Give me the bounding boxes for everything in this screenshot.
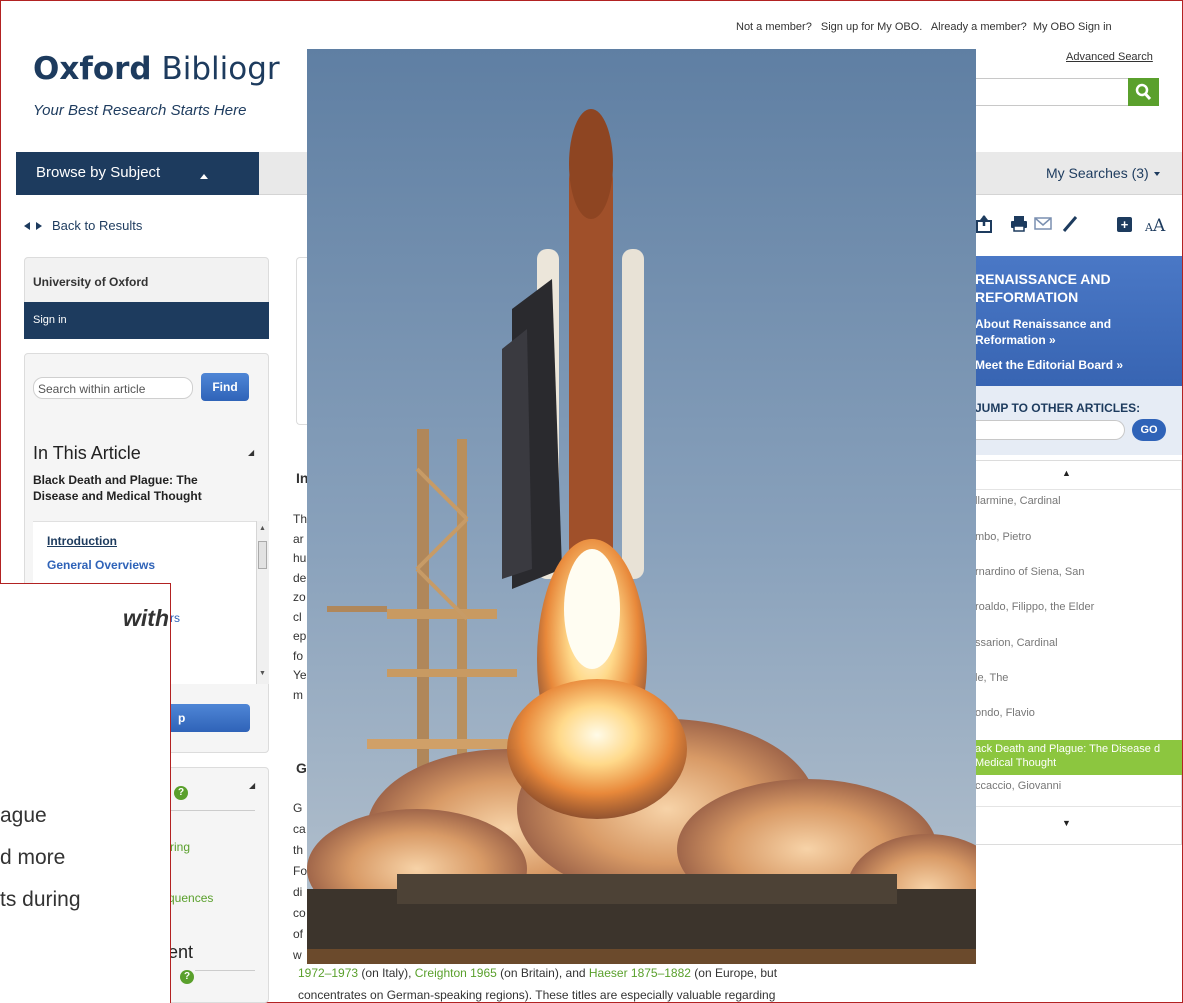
- callout-text: ague: [0, 804, 47, 827]
- in-this-article-heading: In This Article: [33, 443, 141, 463]
- toc-item-introduction[interactable]: Introduction: [47, 534, 117, 548]
- citation-line-2: concentrates on German-speaking regions)…: [298, 988, 776, 1002]
- sign-in-label: Sign in: [33, 314, 67, 326]
- go-button[interactable]: GO: [1132, 419, 1166, 441]
- citation-link[interactable]: Creighton 1965: [415, 966, 497, 980]
- plus-icon[interactable]: +: [1117, 217, 1132, 232]
- not-member-text: Not a member?: [736, 21, 812, 33]
- section-heading-general: G: [296, 760, 307, 776]
- jump-to-label: JUMP TO OTHER ARTICLES:: [975, 401, 1141, 415]
- envelope-icon[interactable]: [1034, 215, 1052, 235]
- citation-text: (on Europe, but: [690, 966, 778, 980]
- list-item[interactable]: rnardino of Siena, San: [975, 566, 1180, 578]
- next-arrow-icon[interactable]: [36, 222, 42, 230]
- scroll-up-icon[interactable]: ▲: [259, 525, 266, 532]
- my-searches-menu[interactable]: My Searches (3): [1046, 165, 1160, 181]
- logo-rest: Bibliogr: [151, 51, 280, 87]
- collapse-caret-icon[interactable]: ◢: [248, 448, 254, 457]
- sign-up-link[interactable]: Sign up for My OBO.: [821, 21, 922, 33]
- callout-text: ts during: [0, 888, 81, 911]
- citation-text: (on Italy),: [358, 966, 415, 980]
- scroll-thumb[interactable]: [258, 541, 267, 569]
- list-item[interactable]: ondo, Flavio: [975, 707, 1180, 719]
- back-to-results-link[interactable]: Back to Results: [24, 218, 142, 233]
- about-subject-link[interactable]: About Renaissance and Reformation »: [975, 316, 1175, 348]
- pencil-icon[interactable]: [1062, 215, 1078, 238]
- share-icon[interactable]: [976, 215, 992, 238]
- list-up-icon[interactable]: ▲: [1062, 468, 1071, 478]
- divider-2: [195, 970, 255, 971]
- divider: [972, 806, 1182, 807]
- list-item[interactable]: llarmine, Cardinal: [975, 495, 1180, 507]
- toc-item-partial[interactable]: rs: [170, 611, 180, 625]
- browse-label: Browse by Subject: [36, 164, 161, 181]
- already-member-text: Already a member?: [930, 21, 1027, 33]
- citation-text: (on Britain), and: [496, 966, 589, 980]
- rocket-launch-photo: [307, 49, 976, 964]
- question-icon[interactable]: ?: [174, 786, 188, 800]
- site-search-button[interactable]: [1128, 78, 1159, 106]
- jump-to-input[interactable]: [975, 420, 1125, 440]
- list-item[interactable]: le, The: [975, 672, 1180, 684]
- related-link-ring[interactable]: ring: [170, 840, 190, 854]
- sign-in-link[interactable]: My OBO Sign in: [1033, 21, 1112, 33]
- site-search-input[interactable]: [975, 78, 1128, 106]
- magnifier-icon: [1135, 83, 1152, 101]
- question-icon-2[interactable]: ?: [180, 970, 194, 984]
- prev-arrow-icon[interactable]: [24, 222, 30, 230]
- related-link-quences[interactable]: quences: [168, 891, 213, 905]
- divider: [972, 489, 1182, 490]
- list-item[interactable]: roaldo, Filippo, the Elder: [975, 601, 1180, 613]
- my-searches-label: My Searches: [1046, 165, 1128, 181]
- text-size-icon[interactable]: AA: [1145, 216, 1165, 236]
- list-item[interactable]: ssarion, Cardinal: [975, 637, 1180, 649]
- citation-link[interactable]: Haeser 1875–1882: [589, 966, 691, 980]
- logo-bold: Oxford: [33, 51, 152, 87]
- citation-line: 1972–1973 (on Italy), Creighton 1965 (on…: [298, 966, 777, 980]
- caret-down-icon: [1153, 172, 1160, 177]
- site-logo[interactable]: Oxford Bibliogr: [33, 51, 280, 87]
- current-article-title: Black Death and Plague: The Disease and …: [33, 473, 202, 503]
- find-button[interactable]: Find: [201, 373, 249, 401]
- back-label: Back to Results: [52, 218, 143, 233]
- tagline: Your Best Research Starts Here: [33, 102, 247, 119]
- sidebar-sign-in[interactable]: Sign in: [24, 302, 269, 339]
- callout-text: d more: [0, 846, 66, 869]
- rocket-launch-image: [307, 49, 976, 964]
- toc-item-general-overviews[interactable]: General Overviews: [47, 558, 155, 572]
- my-searches-count: (3): [1131, 165, 1149, 181]
- subject-title: RENAISSANCE AND REFORMATION: [975, 271, 1111, 305]
- panel-heading-partial: ent: [168, 942, 194, 962]
- list-item[interactable]: ccaccio, Giovanni: [975, 780, 1180, 792]
- scroll-down-icon[interactable]: ▼: [259, 670, 266, 677]
- printer-icon[interactable]: [1010, 215, 1028, 237]
- callout-text: with: [123, 605, 169, 631]
- browse-arrow-icon: [200, 174, 208, 179]
- list-down-icon[interactable]: ▼: [1062, 818, 1071, 828]
- collapse-caret-icon-2[interactable]: ◢: [249, 781, 255, 790]
- editorial-board-link[interactable]: Meet the Editorial Board »: [975, 358, 1123, 372]
- account-links: Not a member? Sign up for My OBO. Alread…: [736, 21, 1118, 33]
- zoom-callout: [0, 583, 171, 1003]
- search-within-article-input[interactable]: Search within article: [33, 377, 193, 399]
- active-item-label: ack Death and Plague: The Disease d Medi…: [975, 743, 1161, 769]
- citation-link[interactable]: 1972–1973: [298, 966, 358, 980]
- advanced-search-link[interactable]: Advanced Search: [1066, 51, 1153, 63]
- institution-name: University of Oxford: [33, 275, 149, 289]
- list-item[interactable]: mbo, Pietro: [975, 531, 1180, 543]
- browse-by-subject-button[interactable]: Browse by Subject: [16, 152, 259, 195]
